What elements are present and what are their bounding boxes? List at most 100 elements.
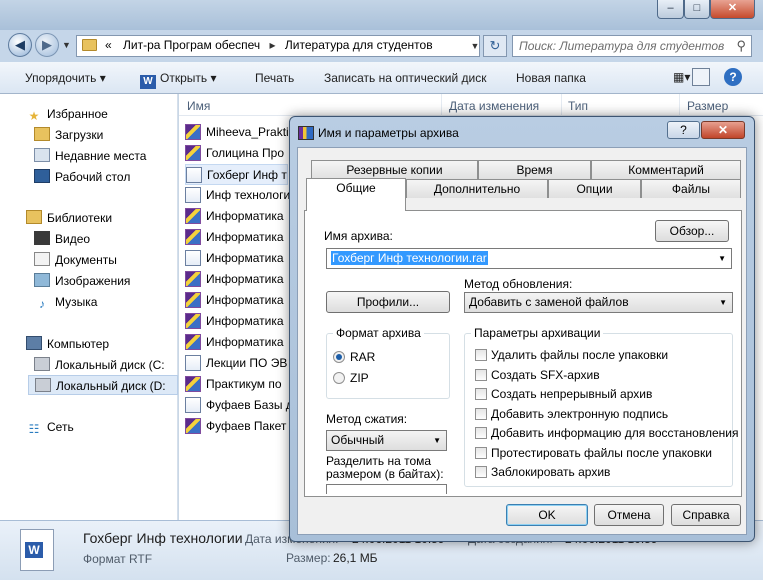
nav-downloads[interactable]: Загрузки — [34, 125, 103, 145]
nav-libraries[interactable]: Библиотеки — [26, 208, 112, 228]
close-button[interactable]: ✕ — [710, 0, 755, 19]
organize-button[interactable]: Упорядочить ▾ — [25, 71, 106, 85]
archiving-options-group: Параметры архивации Удалить файлы после … — [464, 326, 738, 487]
computer-icon — [26, 336, 42, 350]
nav-documents[interactable]: Документы — [34, 250, 117, 270]
navigation-pane: ★ Избранное Загрузки Недавние места Рабоч… — [0, 94, 178, 520]
burn-button[interactable]: Записать на оптический диск — [324, 71, 487, 85]
new-folder-button[interactable]: Новая папка — [516, 71, 586, 85]
document-icon — [185, 355, 201, 371]
column-size[interactable]: Размер — [687, 99, 728, 113]
selected-file-name: Гохберг Инф технологии — [83, 530, 243, 546]
compression-method-select[interactable]: Обычный ▼ — [326, 430, 447, 451]
search-input[interactable]: Поиск: Литература для студентов ⚲ — [512, 35, 752, 57]
rar-archive-icon — [185, 292, 201, 308]
tab-backups[interactable]: Резервные копии — [311, 160, 478, 179]
column-name[interactable]: Имя — [187, 99, 210, 113]
search-icon[interactable]: ⚲ — [736, 38, 746, 54]
file-name: Практикум по — [206, 377, 282, 391]
file-row[interactable]: Инф технологи — [185, 185, 290, 206]
address-dropdown-icon[interactable]: ▼ — [469, 35, 481, 57]
file-name: Информатика — [206, 230, 284, 244]
print-button[interactable]: Печать — [255, 71, 294, 85]
nav-disk-c[interactable]: Локальный диск (C: — [34, 355, 165, 375]
breadcrumb-separator-icon[interactable]: ▸ — [270, 38, 276, 52]
breadcrumb-lit-ra[interactable]: Лит-ра Програм обеспеч — [123, 38, 260, 52]
file-row[interactable]: Лекции ПО ЭВ — [185, 353, 287, 374]
pictures-icon — [34, 273, 50, 287]
file-row[interactable]: Гохберг Инф т — [185, 164, 288, 185]
nav-computer[interactable]: Компьютер — [26, 334, 109, 354]
documents-icon — [34, 252, 50, 266]
file-row[interactable]: Miheeva_Prakti — [185, 122, 289, 143]
ok-button[interactable]: OK — [506, 504, 588, 526]
file-row[interactable]: Информатика — [185, 290, 284, 311]
file-row[interactable]: Информатика — [185, 206, 284, 227]
forward-arrow-icon[interactable]: ▶ — [35, 33, 59, 57]
tab-files[interactable]: Файлы — [641, 179, 741, 198]
nav-music[interactable]: ♪ Музыка — [34, 292, 97, 312]
nav-desktop[interactable]: Рабочий стол — [34, 167, 130, 187]
chevron-down-icon[interactable]: ▼ — [718, 249, 726, 268]
back-arrow-icon[interactable]: ◀ — [8, 33, 32, 57]
file-name: Информатика — [206, 209, 284, 223]
nav-disk-d[interactable]: Локальный диск (D: — [28, 375, 178, 395]
column-headers: Имя Дата изменения Тип Размер — [179, 94, 763, 116]
file-row[interactable]: Голицина Про — [185, 143, 284, 164]
minimize-button[interactable]: – — [657, 0, 684, 19]
file-row[interactable]: Фуфаев Базы д — [185, 395, 293, 416]
option-checkbox[interactable]: Удалить файлы после упаковки — [475, 348, 668, 362]
nav-network[interactable]: ☷ Сеть — [26, 417, 74, 437]
cancel-button[interactable]: Отмена — [594, 504, 664, 526]
option-checkbox[interactable]: Заблокировать архив — [475, 465, 610, 479]
refresh-icon[interactable]: ↻ — [483, 35, 507, 57]
tab-general[interactable]: Общие — [306, 178, 406, 211]
dialog-help-button[interactable]: ? — [667, 121, 700, 139]
split-size-select[interactable] — [326, 484, 447, 494]
selected-file-type: Формат RTF — [83, 552, 153, 566]
search-placeholder: Поиск: Литература для студентов — [519, 39, 725, 53]
option-checkbox[interactable]: Добавить электронную подпись — [475, 407, 668, 421]
nav-recent[interactable]: Недавние места — [34, 146, 146, 166]
file-row[interactable]: Информатика — [185, 332, 284, 353]
file-row[interactable]: Информатика — [185, 311, 284, 332]
file-row[interactable]: Информатика — [185, 248, 284, 269]
file-row[interactable]: Информатика — [185, 227, 284, 248]
address-overflow-chevron[interactable]: « — [105, 38, 112, 52]
tab-advanced[interactable]: Дополнительно — [406, 179, 548, 198]
file-row[interactable]: Практикум по — [185, 374, 282, 395]
help-icon[interactable]: ? — [724, 68, 742, 86]
nav-pictures[interactable]: Изображения — [34, 271, 130, 291]
archive-dialog: Имя и параметры архива ? ✕ Резервные коп… — [289, 116, 755, 542]
open-button[interactable]: W Открыть ▾ — [140, 71, 216, 89]
libraries-icon — [26, 210, 42, 224]
browse-button[interactable]: Обзор... — [655, 220, 729, 242]
option-checkbox[interactable]: Создать SFX-архив — [475, 368, 600, 382]
format-zip-radio[interactable]: ZIP — [333, 371, 369, 385]
option-checkbox[interactable]: Добавить информацию для восстановления — [475, 426, 738, 440]
address-bar[interactable]: « Лит-ра Програм обеспеч ▸ Литература дл… — [76, 35, 480, 57]
compression-method-label: Метод сжатия: — [326, 412, 408, 426]
column-date[interactable]: Дата изменения — [449, 99, 539, 113]
file-row[interactable]: Фуфаев Пакет — [185, 416, 286, 437]
file-name: Информатика — [206, 293, 284, 307]
help-button[interactable]: Справка — [671, 504, 741, 526]
profiles-button[interactable]: Профили... — [326, 291, 450, 313]
format-rar-radio[interactable]: RAR — [333, 350, 375, 364]
tab-time[interactable]: Время — [478, 160, 591, 179]
tab-comment[interactable]: Комментарий — [591, 160, 741, 179]
tab-options[interactable]: Опции — [548, 179, 641, 198]
preview-pane-icon[interactable] — [692, 68, 710, 86]
nav-video[interactable]: Видео — [34, 229, 90, 249]
maximize-button[interactable]: □ — [684, 0, 710, 19]
column-type[interactable]: Тип — [568, 99, 588, 113]
update-method-select[interactable]: Добавить с заменой файлов ▼ — [464, 292, 733, 313]
option-checkbox[interactable]: Протестировать файлы после упаковки — [475, 446, 712, 460]
history-dropdown-icon[interactable]: ▼ — [62, 40, 71, 50]
archive-name-input[interactable]: Гохберг Инф технологии.rar ▼ — [326, 248, 732, 269]
dialog-close-button[interactable]: ✕ — [701, 121, 745, 139]
nav-favorites[interactable]: ★ Избранное — [26, 104, 108, 124]
file-row[interactable]: Информатика — [185, 269, 284, 290]
option-checkbox[interactable]: Создать непрерывный архив — [475, 387, 652, 401]
breadcrumb-literatura[interactable]: Литература для студентов — [285, 38, 433, 52]
